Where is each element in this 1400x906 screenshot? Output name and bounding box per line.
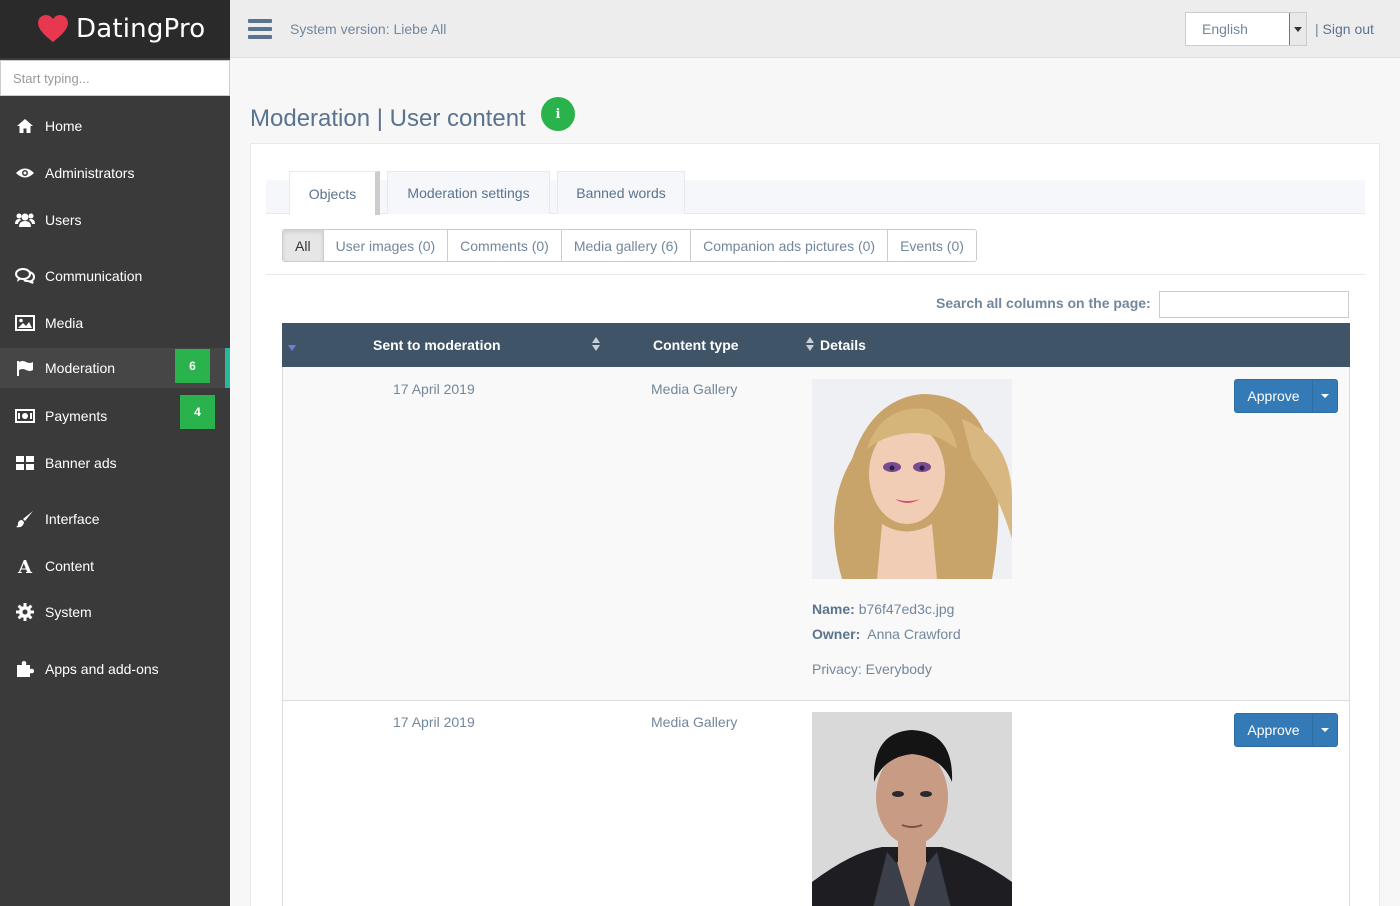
sidebar-item-apps-add-ons[interactable]: Apps and add-ons [0,649,230,689]
sidebar-search [0,60,230,96]
active-indicator [225,348,230,388]
sign-out-area: | Sign out [1315,21,1374,37]
system-version: System version: Liebe All [290,21,447,37]
media-thumbnail-woman[interactable] [812,379,1012,579]
eye-icon [14,167,36,179]
table-header: Sent to moderation Content type Details [282,323,1350,367]
filter-all[interactable]: All [283,230,324,261]
brush-icon [14,510,36,528]
media-privacy: Privacy: Everybody [812,661,932,677]
sidebar-item-label: System [45,604,92,620]
sort-desc-icon[interactable] [288,345,296,351]
money-icon [14,409,36,423]
chevron-down-icon[interactable] [1313,728,1337,732]
users-icon [14,212,36,228]
brand-name: DatingPro [76,14,206,44]
image-icon [14,315,36,331]
sidebar-item-banner-ads[interactable]: Banner ads [0,443,230,483]
filter-media-gallery[interactable]: Media gallery (6) [561,230,692,261]
menu-toggle-icon[interactable] [248,19,272,39]
top-navbar: System version: Liebe All English | Sign… [230,0,1400,58]
media-name: Name: b76f47ed3c.jpg [812,601,954,617]
sidebar-item-label: Home [45,118,83,134]
sidebar-item-communication[interactable]: Communication [0,256,230,296]
content-panel: Objects Moderation settings Banned words… [250,143,1380,906]
sign-out-link[interactable]: Sign out [1323,21,1374,37]
tab-banned-words[interactable]: Banned words [557,171,685,214]
filter-companion-ads-pictures[interactable]: Companion ads pictures (0) [691,230,889,261]
puzzle-icon [14,660,36,678]
home-icon [14,118,36,134]
row-content-type: Media Gallery [651,714,738,730]
column-sent-to-moderation[interactable]: Sent to moderation [373,337,501,353]
sidebar-item-label: Banner ads [45,455,117,471]
sidebar-item-users[interactable]: Users [0,200,230,240]
sidebar-item-label: Payments [45,408,108,424]
approve-label: Approve [1235,380,1313,412]
media-thumbnail-man[interactable] [812,712,1012,906]
sidebar-item-label: Content [45,558,95,574]
sidebar-item-label: Interface [45,511,100,527]
row-content-type: Media Gallery [651,381,738,397]
language-select[interactable]: English [1185,12,1307,46]
gear-icon [14,603,36,621]
approve-button[interactable]: Approve [1234,713,1338,747]
table-search-label: Search all columns on the page: [936,295,1151,311]
sidebar-item-label: Users [45,212,82,228]
sidebar-item-interface[interactable]: Interface [0,499,230,539]
filter-comments[interactable]: Comments (0) [448,230,562,261]
table-row: 17 April 2019 Media Gallery Approve [282,701,1350,906]
language-selected: English [1202,21,1248,37]
comments-icon [14,268,36,284]
table-row: 17 April 2019 Media Gallery Approve Name… [282,367,1350,701]
sidebar-item-label: Moderation [45,360,116,376]
sidebar-item-content[interactable]: A Content [0,546,230,586]
flag-icon [14,360,36,376]
media-owner-value: Anna Crawford [867,626,961,642]
sidebar-search-input[interactable] [13,70,213,86]
divider [266,274,1365,275]
approve-button[interactable]: Approve [1234,379,1338,413]
grid-icon [14,456,36,470]
media-name-label: Name: [812,601,855,617]
svg-text:A: A [17,558,33,574]
content-filter-group: All User images (0) Comments (0) Media g… [282,229,977,262]
filter-events[interactable]: Events (0) [888,230,976,261]
sidebar-item-label: Administrators [45,165,135,181]
page-title: Moderation | User content [250,105,526,132]
table-search-input[interactable] [1159,291,1349,318]
logo[interactable]: DatingPro [0,0,230,58]
info-icon[interactable]: i [541,97,575,131]
sort-icon[interactable] [806,337,814,351]
sort-icon[interactable] [592,337,600,351]
column-details[interactable]: Details [820,337,866,353]
sidebar-item-label: Apps and add-ons [45,661,159,677]
tab-objects[interactable]: Objects [289,171,380,215]
tab-moderation-settings[interactable]: Moderation settings [387,171,550,214]
media-owner-label: Owner: [812,626,861,642]
row-date: 17 April 2019 [393,714,475,730]
sidebar-item-administrators[interactable]: Administrators [0,153,230,193]
sidebar: DatingPro Home Administrators Users [0,0,230,906]
sidebar-item-home[interactable]: Home [0,106,230,146]
sidebar-item-label: Media [45,315,84,331]
approve-label: Approve [1235,714,1313,746]
chevron-down-icon[interactable] [1313,394,1337,398]
media-name-value: b76f47ed3c.jpg [858,601,955,617]
separator: | [1315,21,1319,37]
font-icon: A [14,558,36,574]
heart-logo-icon [38,15,68,43]
sidebar-item-system[interactable]: System [0,592,230,632]
moderation-count-badge: 6 [175,349,210,383]
media-owner: Owner: Anna Crawford [812,626,961,642]
tabs-bar: Objects Moderation settings Banned words [266,171,1365,215]
filter-user-images[interactable]: User images (0) [323,230,449,261]
row-date: 17 April 2019 [393,381,475,397]
sidebar-item-label: Communication [45,268,143,284]
sidebar-item-media[interactable]: Media [0,303,230,343]
column-content-type[interactable]: Content type [653,337,739,353]
chevron-down-icon[interactable] [1289,13,1306,45]
payments-count-badge: 4 [180,395,215,429]
